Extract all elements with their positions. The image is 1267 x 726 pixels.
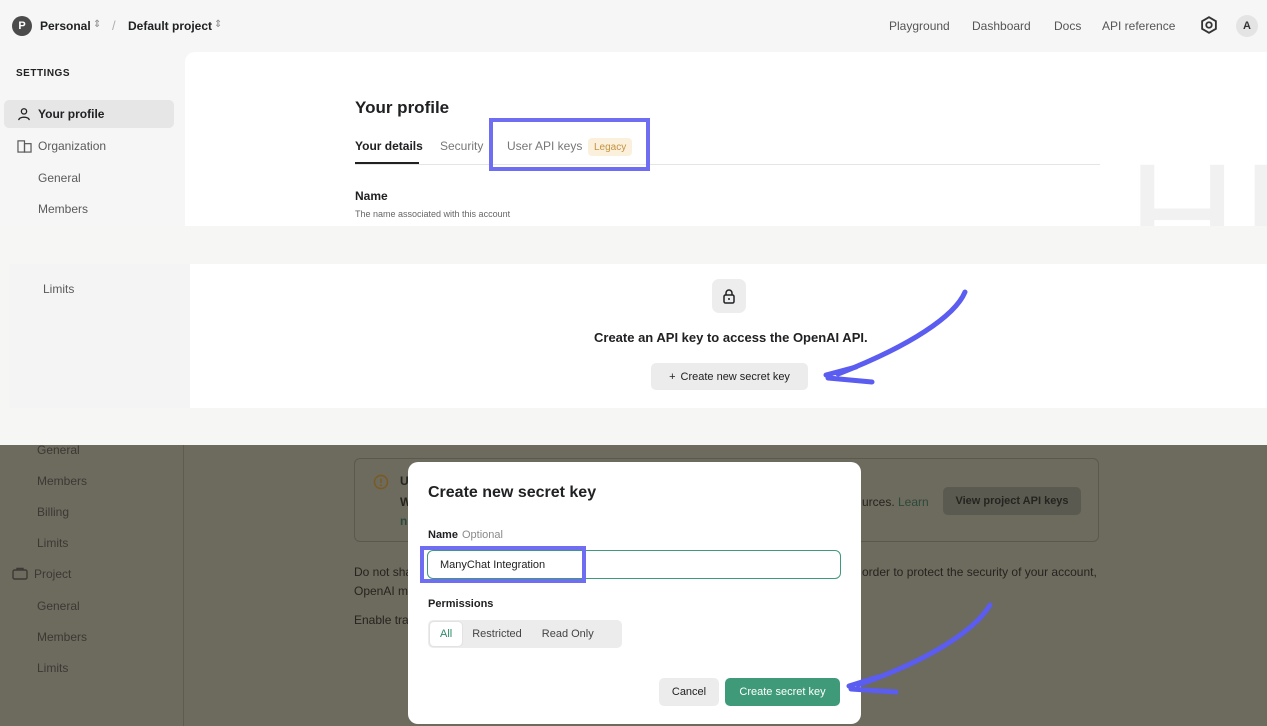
sidebar-item-org-members[interactable]: Members [38, 202, 88, 216]
plus-icon: + [669, 370, 676, 383]
settings-heading: SETTINGS [16, 68, 71, 79]
sidebar-item-members[interactable]: Members [37, 474, 87, 488]
nav-api-reference[interactable]: API reference [1102, 19, 1175, 33]
permissions-label: Permissions [428, 598, 494, 610]
page-title: Your profile [355, 98, 450, 117]
sidebar-item-project-limits[interactable]: Limits [37, 661, 68, 675]
org-avatar[interactable]: P [12, 16, 32, 36]
cancel-button[interactable]: Cancel [659, 678, 719, 706]
settings-gear-icon[interactable] [1198, 14, 1220, 36]
bg-text-fragment: OpenAI m [354, 584, 409, 598]
sidebar-item-label: Organization [38, 139, 107, 153]
tab-your-details[interactable]: Your details [355, 139, 423, 153]
view-project-api-keys-button[interactable]: View project API keys [943, 487, 1081, 515]
bg-text-fragment: urces. [862, 495, 895, 509]
nav-playground[interactable]: Playground [889, 19, 950, 33]
sidebar-item-your-profile[interactable]: Your profile [4, 100, 174, 128]
sidebar-item-general[interactable]: General [37, 445, 80, 457]
empty-state-message: Create an API key to access the OpenAI A… [594, 330, 868, 345]
sidebar-item-org-general[interactable]: General [38, 171, 81, 185]
sidebar-item-label: Project [34, 567, 72, 581]
user-icon [14, 107, 34, 121]
sidebar-item-project-general[interactable]: General [37, 599, 80, 613]
permission-option-read-only[interactable]: Read Only [532, 622, 604, 646]
background-watermark-letters: HE [1128, 132, 1267, 226]
name-label-text: Name [428, 529, 458, 541]
create-secret-key-button[interactable]: Create secret key [725, 678, 840, 706]
lock-icon [723, 289, 735, 304]
tabs-divider [355, 164, 1100, 165]
name-field-label: Name [355, 189, 388, 203]
create-new-secret-key-button[interactable]: + Create new secret key [651, 363, 808, 390]
active-tab-indicator [355, 162, 419, 164]
warning-circle-icon [373, 474, 389, 490]
api-keys-empty-state-screen: Limits Create an API key to access the O… [0, 226, 1267, 445]
bg-text-fragment: n [400, 514, 408, 528]
permission-option-restricted[interactable]: Restricted [462, 622, 532, 646]
sidebar-item-project-members[interactable]: Members [37, 630, 87, 644]
chevron-updown-icon[interactable]: ⇕ [214, 19, 222, 30]
sidebar [10, 264, 190, 408]
nav-docs[interactable]: Docs [1054, 19, 1081, 33]
highlight-box-key-name [420, 546, 586, 583]
sidebar-divider [183, 445, 184, 726]
name-label: Name Optional [428, 529, 503, 541]
button-label: Create new secret key [680, 370, 790, 383]
building-icon [14, 139, 34, 153]
permission-option-all[interactable]: All [430, 622, 463, 646]
main-content [185, 52, 1267, 226]
sidebar-item-project[interactable]: Project [12, 567, 71, 581]
tab-security[interactable]: Security [440, 139, 483, 153]
briefcase-icon [12, 567, 28, 580]
sidebar-item-limits[interactable]: Limits [37, 536, 68, 550]
lock-icon-tile [712, 279, 746, 313]
chevron-updown-icon[interactable]: ⇕ [93, 19, 101, 30]
dialog-title: Create new secret key [428, 484, 597, 501]
profile-screen: P Personal ⇕ / Default project ⇕ Playgro… [0, 0, 1267, 226]
nav-dashboard[interactable]: Dashboard [972, 19, 1031, 33]
sidebar-item-billing[interactable]: Billing [37, 505, 69, 519]
user-avatar[interactable]: A [1236, 15, 1258, 37]
top-bar: P Personal ⇕ / Default project ⇕ Playgro… [0, 10, 1267, 42]
bg-learn-link[interactable]: Learn [898, 495, 929, 509]
bg-text-fragment: Enable tra [354, 613, 409, 627]
bg-text-fragment: order to protect the security of your ac… [862, 565, 1097, 579]
sidebar-item-label: Your profile [38, 107, 105, 121]
permissions-segmented-control: All Restricted Read Only [428, 620, 622, 648]
org-switcher[interactable]: Personal [40, 19, 91, 33]
name-field-description: The name associated with this account [355, 209, 511, 219]
highlight-box-user-api-keys [489, 118, 650, 171]
project-switcher[interactable]: Default project [128, 19, 212, 33]
sidebar-item-limits[interactable]: Limits [43, 282, 74, 296]
optional-hint: Optional [461, 529, 503, 541]
bg-text-fragment: Do not sha [354, 565, 413, 579]
create-secret-key-dialog: Create new secret key NameOptional Permi… [408, 462, 861, 724]
sidebar-item-organization[interactable]: Organization [4, 132, 174, 160]
create-key-modal-screen: General Members Billing Limits Project G… [0, 445, 1267, 726]
breadcrumb-separator: / [112, 18, 116, 33]
